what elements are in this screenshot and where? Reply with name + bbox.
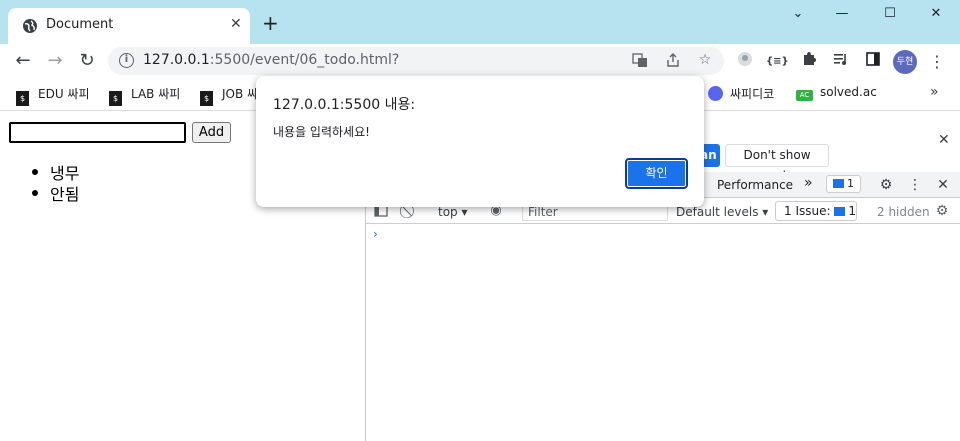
maximize-button[interactable]: ☐ — [876, 6, 904, 26]
console-prompt[interactable]: › — [373, 227, 378, 241]
bookmark-label: EDU 싸피 — [38, 87, 90, 101]
avatar[interactable]: 두현 — [893, 50, 917, 74]
close-window-button[interactable]: ✕ — [922, 6, 950, 26]
media-svg — [834, 54, 846, 65]
url-path: :5500/event/06_todo.html? — [209, 52, 400, 68]
bullet-icon — [32, 169, 38, 175]
translate-icon-svg — [632, 53, 647, 67]
bookmark-label: 싸피디코 — [730, 87, 775, 101]
globe-icon — [23, 19, 37, 33]
bookmark-lab[interactable]: $ LAB 싸피 — [109, 85, 181, 106]
tab-search-dropdown-icon[interactable]: ⌄ — [784, 6, 812, 26]
add-button[interactable]: Add — [192, 122, 231, 143]
reload-button[interactable]: ↻ — [76, 50, 98, 72]
minimize-button[interactable]: — — [828, 6, 856, 26]
more-tabs-icon[interactable]: » — [804, 175, 813, 191]
url-host: 127.0.0.1 — [143, 52, 210, 68]
hidden-count: 2 hidden — [877, 205, 930, 219]
todo-input[interactable] — [9, 122, 186, 143]
devtools-close-icon[interactable]: ✕ — [934, 176, 952, 194]
ssafy-icon: $ — [16, 91, 29, 106]
bookmark-job[interactable]: $ JOB 싸 — [200, 85, 259, 106]
back-button[interactable]: ← — [12, 50, 34, 72]
devtools-menu-icon[interactable]: ⋮ — [906, 176, 924, 194]
bullet-icon — [32, 190, 38, 196]
issues-label: 1 Issue: — [784, 204, 831, 218]
ok-button[interactable]: 확인 — [625, 158, 688, 189]
issues-pill[interactable]: 1 Issue: 1 — [775, 201, 857, 221]
bookmark-edu[interactable]: $ EDU 싸피 — [16, 85, 90, 106]
bookmark-label: LAB 싸피 — [131, 87, 181, 101]
menu-icon[interactable]: ⋮ — [926, 51, 948, 73]
tab-performance[interactable]: Performance — [717, 178, 793, 192]
log-levels-select[interactable]: Default levels ▾ — [676, 205, 768, 219]
ssafy-icon: $ — [109, 91, 122, 106]
bookmark-discord[interactable]: 싸피디코 — [708, 85, 774, 103]
translate-icon[interactable] — [631, 52, 649, 70]
discord-icon — [708, 86, 723, 101]
tab-close-icon[interactable]: ✕ — [230, 16, 242, 32]
issues-count: 1 — [848, 204, 856, 218]
issue-badge-count: 1 — [847, 177, 854, 190]
bookmark-solvedac[interactable]: AC solved.ac — [796, 85, 877, 103]
bookmark-label: JOB 싸 — [222, 87, 259, 101]
dont-show-again-button[interactable]: Don't show again — [725, 144, 829, 183]
todo-text: 안됨 — [50, 185, 80, 204]
solvedac-icon: AC — [796, 90, 813, 101]
url-text[interactable]: 127.0.0.1:5500/event/06_todo.html? — [143, 52, 399, 68]
new-tab-button[interactable]: + — [262, 13, 279, 33]
sidepanel-svg — [866, 52, 880, 66]
bookmark-label: solved.ac — [820, 85, 877, 99]
puzzle-svg — [804, 52, 816, 65]
media-icon[interactable] — [830, 51, 852, 73]
tab-title: Document — [46, 17, 114, 32]
console-settings-icon[interactable]: ⚙ — [934, 203, 950, 219]
todo-list: 냉무 안됨 — [32, 160, 80, 204]
sidepanel-icon[interactable] — [862, 51, 884, 73]
browser-tab[interactable]: Document ✕ — [8, 8, 250, 44]
issue-message-icon — [834, 207, 846, 216]
site-info-icon[interactable]: i — [119, 53, 134, 68]
profile-ext-svg — [738, 52, 752, 66]
json-ext-icon[interactable]: {≡} — [766, 51, 789, 73]
profile-ext-icon[interactable] — [734, 51, 756, 73]
star-icon[interactable]: ☆ — [696, 52, 714, 70]
context-select[interactable]: top ▾ — [438, 205, 468, 219]
levels-label: Default levels — [676, 205, 759, 219]
share-icon[interactable] — [664, 52, 682, 70]
share-icon-svg — [667, 53, 679, 67]
list-item: 안됨 — [32, 181, 80, 204]
dialog-title: 127.0.0.1:5500 내용: — [273, 97, 416, 113]
puzzle-icon[interactable] — [798, 51, 820, 73]
gear-icon[interactable]: ⚙ — [877, 176, 895, 194]
list-item: 냉무 — [32, 160, 79, 183]
bookmarks-more-icon[interactable]: » — [930, 84, 939, 100]
issue-message-icon — [833, 179, 844, 188]
dialog-message: 내용을 입력하세요! — [273, 125, 370, 139]
devtools-banner-close-icon[interactable]: ✕ — [938, 132, 950, 148]
ssafy-icon: $ — [200, 91, 213, 106]
context-label: top — [438, 205, 458, 219]
issues-badge[interactable]: 1 — [826, 175, 861, 193]
forward-button[interactable]: → — [44, 50, 66, 72]
